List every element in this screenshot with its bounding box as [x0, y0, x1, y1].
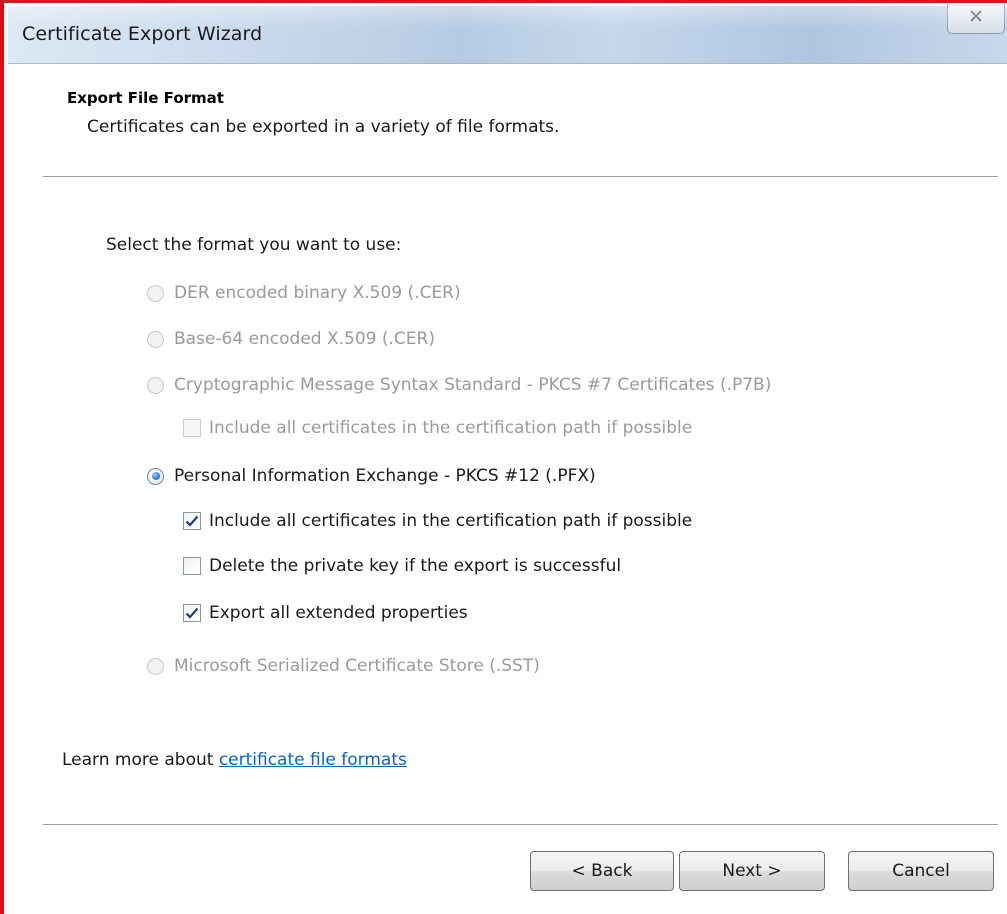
window-title: Certificate Export Wizard	[22, 23, 263, 45]
cancel-button[interactable]: Cancel	[848, 851, 994, 891]
footer-divider	[43, 824, 998, 826]
radio-pkcs7: Cryptographic Message Syntax Standard - …	[147, 375, 771, 395]
next-button[interactable]: Next >	[679, 851, 825, 891]
wizard-content: Export File Format Certificates can be e…	[8, 64, 1007, 914]
radio-pfx[interactable]: Personal Information Exchange - PKCS #12…	[147, 466, 596, 486]
radio-base64-button	[147, 330, 164, 348]
radio-sst-label: Microsoft Serialized Certificate Store (…	[174, 656, 540, 676]
checkbox-pkcs7-include-all: Include all certificates in the certific…	[183, 418, 692, 438]
dialog-window: Certificate Export Wizard Export File Fo…	[0, 0, 1007, 914]
radio-der-label: DER encoded binary X.509 (.CER)	[174, 283, 461, 303]
radio-sst: Microsoft Serialized Certificate Store (…	[147, 656, 540, 676]
learn-more-prefix: Learn more about	[62, 750, 219, 770]
checkbox-delete-private-key-box[interactable]	[183, 557, 201, 575]
close-button[interactable]	[947, 4, 1005, 34]
header-divider	[43, 176, 998, 178]
checkbox-delete-private-key-label: Delete the private key if the export is …	[209, 556, 622, 576]
checkbox-export-extended-properties-box[interactable]	[183, 604, 201, 622]
check-icon	[185, 607, 199, 619]
radio-base64-label: Base-64 encoded X.509 (.CER)	[174, 329, 435, 349]
radio-der: DER encoded binary X.509 (.CER)	[147, 283, 461, 303]
page-subtitle: Certificates can be exported in a variet…	[87, 117, 560, 137]
checkbox-pkcs7-include-all-label: Include all certificates in the certific…	[209, 418, 693, 438]
checkbox-include-all-certs-label: Include all certificates in the certific…	[209, 511, 693, 531]
learn-more-text: Learn more about certificate file format…	[62, 750, 407, 770]
radio-pfx-button[interactable]	[147, 467, 164, 485]
checkbox-export-extended-properties-label: Export all extended properties	[209, 603, 468, 623]
checkbox-include-all-certs-box[interactable]	[183, 512, 201, 530]
checkbox-include-all-certs[interactable]: Include all certificates in the certific…	[183, 511, 692, 531]
radio-pfx-label: Personal Information Exchange - PKCS #12…	[174, 466, 596, 486]
format-prompt: Select the format you want to use:	[106, 235, 402, 255]
certificate-file-formats-link[interactable]: certificate file formats	[219, 750, 407, 770]
checkbox-export-extended-properties[interactable]: Export all extended properties	[183, 603, 468, 623]
radio-pkcs7-button	[147, 376, 164, 394]
checkbox-pkcs7-include-all-box	[183, 419, 201, 437]
radio-base64: Base-64 encoded X.509 (.CER)	[147, 329, 435, 349]
title-bar: Certificate Export Wizard	[8, 4, 1007, 64]
radio-der-button	[147, 284, 164, 302]
radio-sst-button	[147, 657, 164, 675]
close-icon	[969, 8, 983, 27]
checkbox-delete-private-key[interactable]: Delete the private key if the export is …	[183, 556, 621, 576]
check-icon	[185, 515, 199, 527]
back-button[interactable]: < Back	[530, 851, 674, 891]
radio-pkcs7-label: Cryptographic Message Syntax Standard - …	[174, 375, 772, 395]
page-title: Export File Format	[67, 89, 224, 107]
